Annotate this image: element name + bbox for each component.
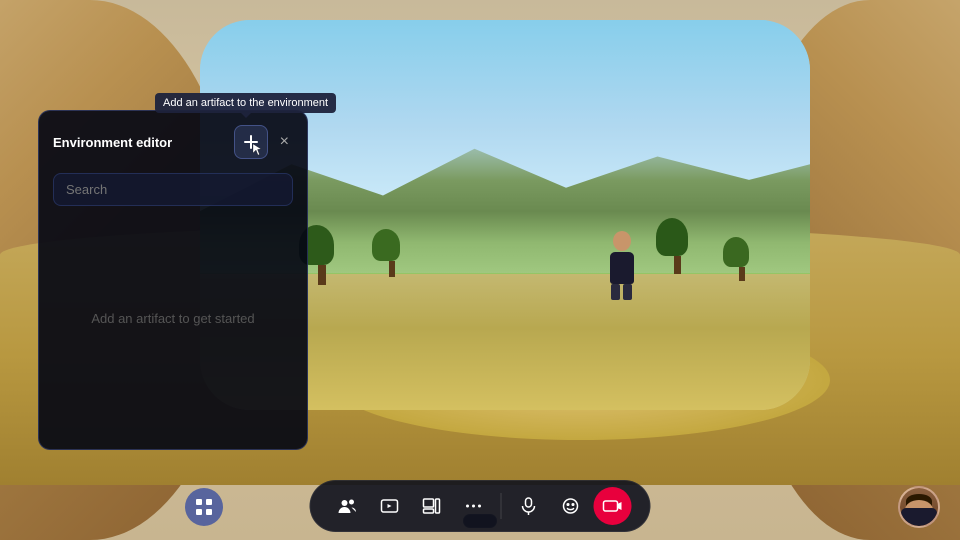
user-avatar-button[interactable] — [898, 486, 940, 528]
people-button[interactable] — [329, 487, 367, 525]
toolbar-divider-1 — [501, 493, 502, 519]
avatar-display — [900, 488, 938, 526]
share-icon — [422, 496, 442, 516]
more-button[interactable] — [455, 487, 493, 525]
panel-actions: × — [234, 125, 293, 159]
scene-avatar — [604, 231, 639, 301]
panel-header: Environment editor × — [53, 125, 293, 159]
tree-3 — [667, 218, 688, 274]
close-panel-button[interactable]: × — [276, 131, 293, 153]
camera-icon — [603, 496, 623, 516]
apps-button-container — [185, 488, 223, 526]
avatar-torso — [901, 508, 937, 526]
tree-4 — [734, 237, 749, 281]
cursor-icon — [251, 142, 265, 156]
mic-button[interactable] — [510, 487, 548, 525]
apps-button[interactable] — [185, 488, 223, 526]
emoji-icon — [561, 496, 581, 516]
search-input[interactable] — [53, 173, 293, 206]
emoji-button[interactable] — [552, 487, 590, 525]
camera-button[interactable] — [594, 487, 632, 525]
mic-icon — [519, 496, 539, 516]
share-button[interactable] — [413, 487, 451, 525]
media-button[interactable] — [371, 487, 409, 525]
add-artifact-button[interactable] — [234, 125, 268, 159]
media-icon — [380, 496, 400, 516]
tree-1 — [310, 225, 334, 285]
people-icon — [338, 496, 358, 516]
grid-icon — [195, 498, 213, 516]
more-icon — [464, 496, 484, 516]
panel-title: Environment editor — [53, 135, 172, 150]
main-toolbar — [310, 480, 651, 532]
environment-editor-panel: Environment editor × Add an artifact to … — [38, 110, 308, 450]
tree-2 — [383, 229, 400, 277]
empty-state-message: Add an artifact to get started — [53, 218, 293, 418]
tooltip: Add an artifact to the environment — [155, 93, 336, 113]
